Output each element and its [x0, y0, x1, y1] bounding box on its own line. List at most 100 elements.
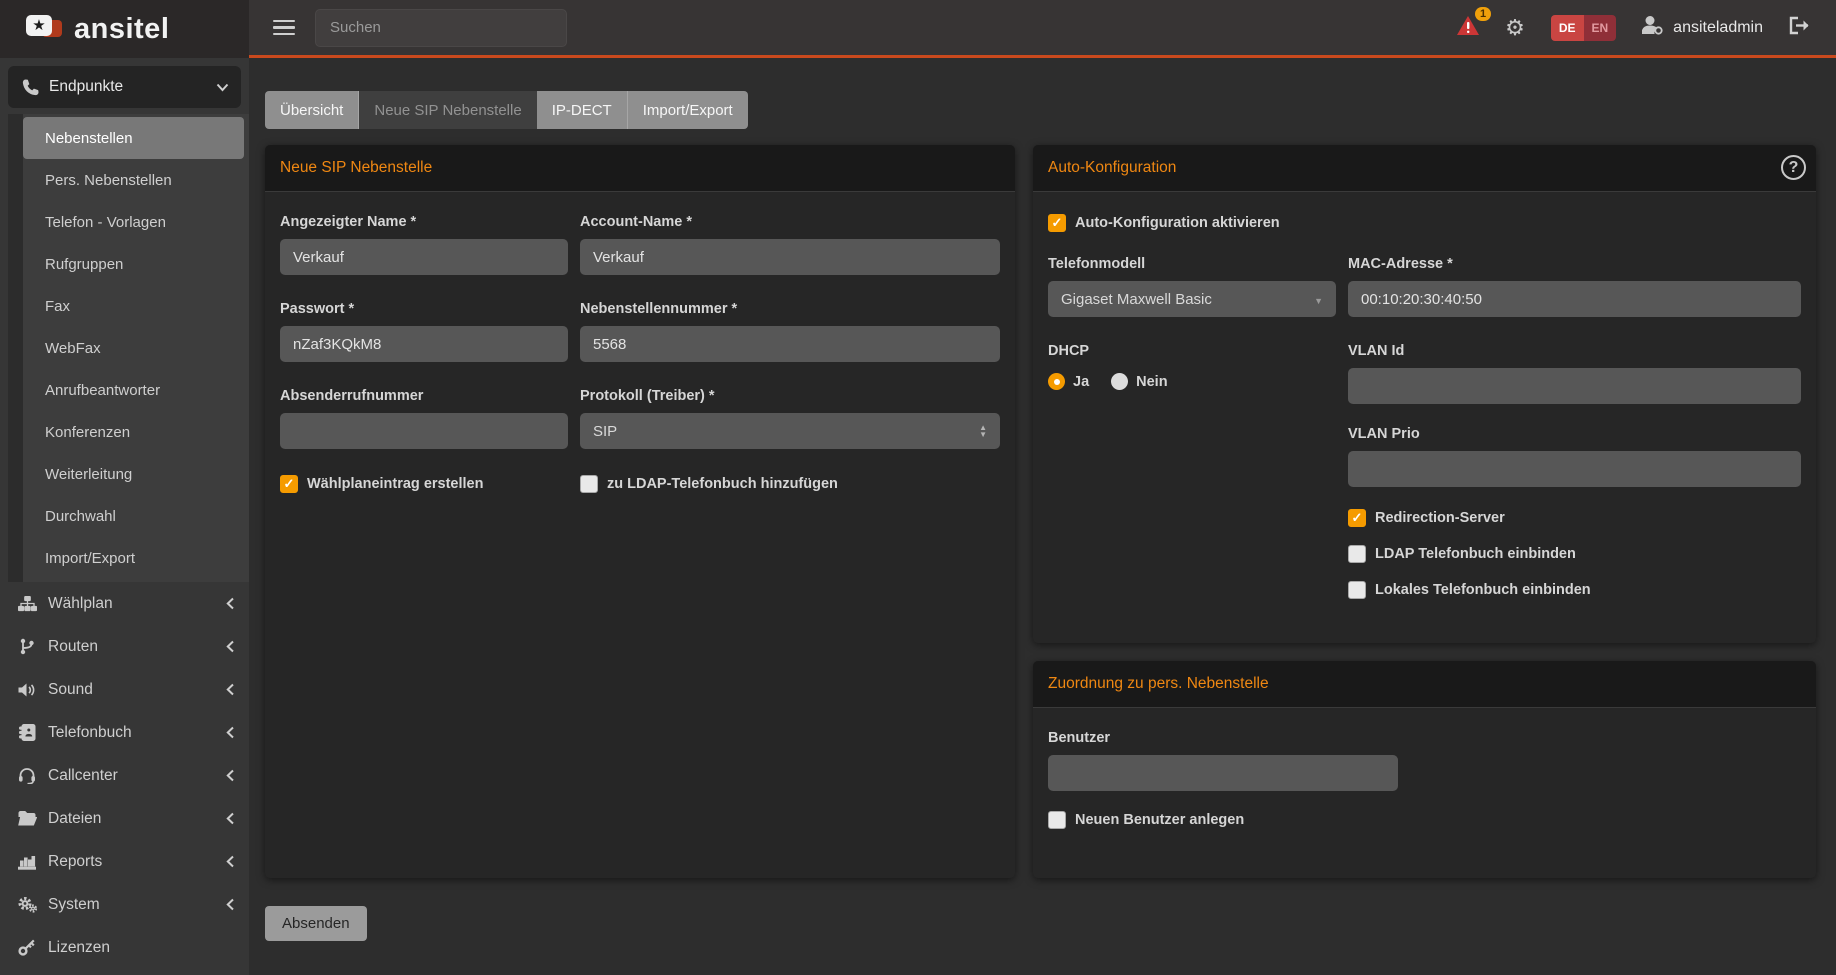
sidebar-group-lizenzen[interactable]: Lizenzen [0, 926, 249, 969]
field-label: Angezeigter Name * [280, 214, 568, 230]
field-label: Benutzer [1048, 730, 1801, 746]
field-label: MAC-Adresse * [1348, 256, 1801, 272]
sidebar-item-telefon-vorlagen[interactable]: Telefon - Vorlagen [23, 201, 244, 243]
panel-title: Auto-Konfiguration [1033, 145, 1816, 192]
alerts-button[interactable]: 1 [1457, 16, 1479, 40]
sidebar-item-weiterleitung[interactable]: Weiterleitung [23, 453, 244, 495]
panel-zuordnung: Zuordnung zu pers. Nebenstelle Benutzer … [1033, 661, 1816, 878]
checkbox-checked[interactable] [1048, 214, 1066, 232]
field-label: Nebenstellennummer * [580, 301, 1000, 317]
checkbox-unchecked[interactable] [1348, 581, 1366, 599]
sidebar-item-pers-nebenstellen[interactable]: Pers. Nebenstellen [23, 159, 244, 201]
menu-icon[interactable] [273, 16, 295, 40]
absenderrufnummer-input[interactable] [280, 413, 568, 449]
sidebar-group-endpunkte[interactable]: Endpunkte [8, 66, 241, 108]
dhcp-nein-radio[interactable]: Nein [1111, 373, 1167, 390]
account-name-input[interactable] [580, 239, 1000, 275]
redirection-server-checkbox-row[interactable]: Redirection-Server [1348, 509, 1801, 527]
chevron-left-icon [226, 898, 235, 911]
brand-logo[interactable]: ansitel [0, 0, 249, 58]
sidebar-item-rufgruppen[interactable]: Rufgruppen [23, 243, 244, 285]
volume-icon [14, 682, 40, 698]
user-menu[interactable]: ansiteladmin [1642, 16, 1763, 40]
ldap-telefonbuch-checkbox-row[interactable]: zu LDAP-Telefonbuch hinzufügen [580, 475, 1000, 493]
star-icon [26, 15, 52, 36]
ldap-einbinden-checkbox-row[interactable]: LDAP Telefonbuch einbinden [1348, 545, 1801, 563]
radio-selected[interactable] [1048, 373, 1065, 390]
ansitel-logo-icon [26, 12, 66, 46]
search-input[interactable] [315, 9, 567, 47]
nebenstellennummer-input[interactable] [580, 326, 1000, 362]
panel-neue-sip-nebenstelle: Neue SIP Nebenstelle Angezeigter Name * … [265, 145, 1015, 878]
sidebar-group-reports[interactable]: Reports [0, 840, 249, 883]
address-book-icon [14, 724, 40, 741]
brand-name: ansitel [74, 13, 169, 46]
sidebar-item-konferenzen[interactable]: Konferenzen [23, 411, 244, 453]
headset-icon [14, 767, 40, 784]
tab-uebersicht[interactable]: Übersicht [265, 91, 359, 129]
field-label: Passwort * [280, 301, 568, 317]
benutzer-input[interactable] [1048, 755, 1398, 791]
vlan-prio-input[interactable] [1348, 451, 1801, 487]
username-label: ansiteladmin [1673, 19, 1763, 37]
main-content: Übersicht Neue SIP Nebenstelle IP-DECT I… [249, 58, 1836, 975]
tab-import-export[interactable]: Import/Export [628, 91, 748, 129]
field-label: VLAN Id [1348, 343, 1801, 359]
waehlplaneintrag-checkbox-row[interactable]: Wählplaneintrag erstellen [280, 475, 568, 493]
sidebar-group-system[interactable]: System [0, 883, 249, 926]
endpunkte-submenu: Nebenstellen Pers. Nebenstellen Telefon … [8, 114, 249, 582]
sidebar-group-sound[interactable]: Sound [0, 668, 249, 711]
field-label: VLAN Prio [1348, 426, 1801, 442]
field-label: Telefonmodell [1048, 256, 1336, 272]
tab-neue-sip-nebenstelle[interactable]: Neue SIP Nebenstelle [359, 91, 536, 129]
sidebar-group-waehlplan[interactable]: Wählplan [0, 582, 249, 625]
sidebar-group-routen[interactable]: Routen [0, 625, 249, 668]
sidebar-item-nebenstellen[interactable]: Nebenstellen [23, 117, 244, 159]
sidebar-item-anrufbeantworter[interactable]: Anrufbeantworter [23, 369, 244, 411]
checkbox-unchecked[interactable] [1348, 545, 1366, 563]
help-icon[interactable] [1781, 155, 1806, 180]
absenden-button[interactable]: Absenden [265, 906, 367, 941]
sidebar-item-webfax[interactable]: WebFax [23, 327, 244, 369]
dhcp-ja-radio[interactable]: Ja [1048, 373, 1089, 390]
tab-bar: Übersicht Neue SIP Nebenstelle IP-DECT I… [265, 91, 1816, 129]
telefonmodell-select[interactable]: Gigaset Maxwell Basic [1048, 281, 1336, 317]
tab-ip-dect[interactable]: IP-DECT [537, 91, 628, 129]
radio-unselected[interactable] [1111, 373, 1128, 390]
chart-bar-icon [14, 854, 40, 870]
settings-button[interactable]: ⚙ [1505, 17, 1525, 39]
chevron-left-icon [226, 726, 235, 739]
passwort-input[interactable] [280, 326, 568, 362]
lang-de-button[interactable]: DE [1551, 15, 1584, 41]
auto-konfiguration-aktivieren-checkbox-row[interactable]: Auto-Konfiguration aktivieren [1048, 214, 1801, 232]
neuen-benutzer-checkbox-row[interactable]: Neuen Benutzer anlegen [1048, 811, 1801, 829]
checkbox-unchecked[interactable] [1048, 811, 1066, 829]
unfold-icon [979, 424, 987, 438]
sidebar-group-callcenter[interactable]: Callcenter [0, 754, 249, 797]
sidebar-item-durchwahl[interactable]: Durchwahl [23, 495, 244, 537]
protokoll-select[interactable]: SIP [580, 413, 1000, 449]
sidebar-group-telefonbuch[interactable]: Telefonbuch [0, 711, 249, 754]
chevron-left-icon [226, 812, 235, 825]
sidebar-group-label: Endpunkte [49, 78, 216, 96]
sidebar-group-dateien[interactable]: Dateien [0, 797, 249, 840]
lokales-einbinden-checkbox-row[interactable]: Lokales Telefonbuch einbinden [1348, 581, 1801, 599]
vlan-id-input[interactable] [1348, 368, 1801, 404]
angezeigter-name-input[interactable] [280, 239, 568, 275]
checkbox-checked[interactable] [1348, 509, 1366, 527]
chevron-left-icon [226, 683, 235, 696]
sidebar-item-import-export[interactable]: Import/Export [23, 537, 244, 579]
sidebar-item-fax[interactable]: Fax [23, 285, 244, 327]
caret-down-icon [1314, 291, 1323, 308]
code-branch-icon [14, 638, 40, 655]
checkbox-checked[interactable] [280, 475, 298, 493]
lang-en-button[interactable]: EN [1584, 15, 1617, 41]
field-label: Protokoll (Treiber) * [580, 388, 1000, 404]
mac-adresse-input[interactable] [1348, 281, 1801, 317]
folder-open-icon [14, 811, 40, 826]
field-label: Absenderrufnummer [280, 388, 568, 404]
logout-button[interactable] [1789, 16, 1810, 40]
sign-out-icon [1789, 16, 1810, 40]
checkbox-unchecked[interactable] [580, 475, 598, 493]
chevron-down-icon [216, 83, 229, 92]
